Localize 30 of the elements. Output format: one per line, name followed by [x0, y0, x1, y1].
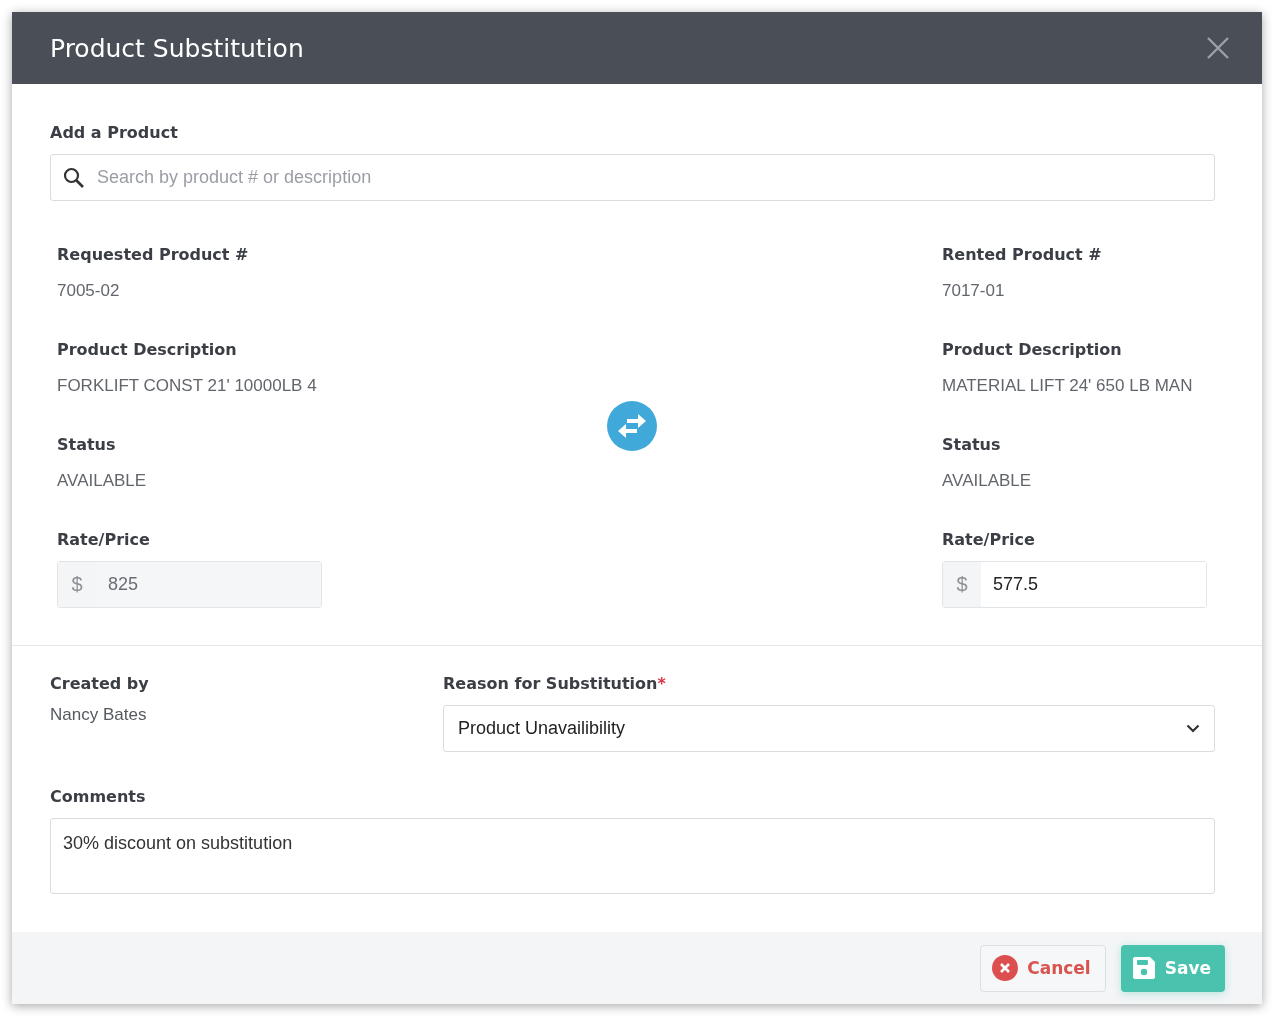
search-icon	[63, 166, 85, 189]
chevron-down-icon	[1186, 724, 1200, 733]
field-label: Comments	[50, 786, 147, 808]
created-by-name: Nancy Bates	[50, 705, 148, 725]
product-number: 7005-02	[57, 280, 121, 302]
field-label: Status	[942, 434, 1002, 456]
field-label: Product Description	[942, 339, 1123, 361]
field-label: Rate/Price	[942, 529, 1036, 551]
comments-field[interactable]: 30% discount on substitution	[50, 818, 1215, 894]
dialog-title: Product Substitution	[50, 33, 304, 63]
close-circle-icon	[992, 955, 1019, 981]
cancel-button[interactable]: Cancel	[980, 944, 1106, 992]
field-label: Product Description	[57, 339, 238, 361]
product-status: AVAILABLE	[57, 470, 148, 492]
search-field[interactable]: Search by product # or description	[50, 154, 1215, 201]
field-label: Created by	[50, 673, 150, 695]
reason-dropdown[interactable]: Product Unavailibility	[443, 705, 1215, 752]
close-icon[interactable]	[1206, 36, 1230, 60]
product-status: AVAILABLE	[942, 470, 1033, 492]
field-label: Rate/Price	[57, 529, 151, 551]
product-number: 7017-01	[942, 280, 1006, 302]
rate-input[interactable]: $ 577.5	[942, 561, 1207, 608]
field-label: Rented Product #	[942, 244, 1103, 266]
swap-icon[interactable]	[607, 401, 657, 451]
product-description: FORKLIFT CONST 21' 10000LB 4	[57, 375, 318, 397]
field-label: Reason for Substitution*	[443, 673, 667, 695]
product-description: MATERIAL LIFT 24' 650 LB MAN	[942, 375, 1194, 397]
field-label: Requested Product #	[57, 244, 250, 266]
field-label: Status	[57, 434, 117, 456]
field-label: Add a Product	[50, 122, 179, 144]
